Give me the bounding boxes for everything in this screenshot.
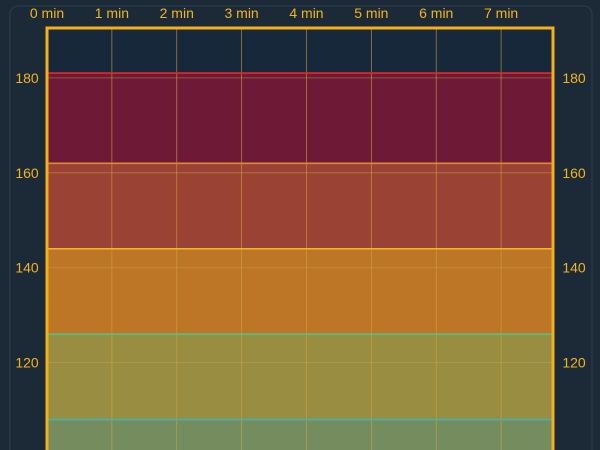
x-tick-label: 5 min [354, 5, 388, 21]
x-tick-label: 1 min [95, 5, 129, 21]
x-tick-label: 4 min [289, 5, 323, 21]
y-tick-label-right: 140 [562, 260, 586, 276]
y-tick-label-right: 160 [562, 165, 586, 181]
zone-bands [47, 73, 553, 450]
y-tick-label-right: 120 [562, 355, 586, 371]
y-tick-label-right: 180 [562, 70, 586, 86]
x-tick-label: 3 min [224, 5, 258, 21]
heart-rate-zone-chart: 0 min 1 min 2 min 3 min 4 min 5 min 6 min 7 min… [9, 5, 593, 450]
zone-band-5 [47, 419, 553, 450]
y-tick-label-left: 120 [15, 355, 39, 371]
zone-band-1 [47, 73, 553, 164]
x-tick-label: 0 min [30, 5, 64, 21]
zone-band-3 [47, 248, 553, 335]
zone-band-2 [47, 163, 553, 249]
x-tick-label: 6 min [419, 5, 453, 21]
y-tick-label-left: 180 [15, 70, 39, 86]
y-tick-label-left: 140 [15, 260, 39, 276]
x-tick-label: 7 min [484, 5, 518, 21]
zone-band-4 [47, 334, 553, 420]
y-tick-label-left: 160 [15, 165, 39, 181]
x-tick-label: 2 min [160, 5, 194, 21]
